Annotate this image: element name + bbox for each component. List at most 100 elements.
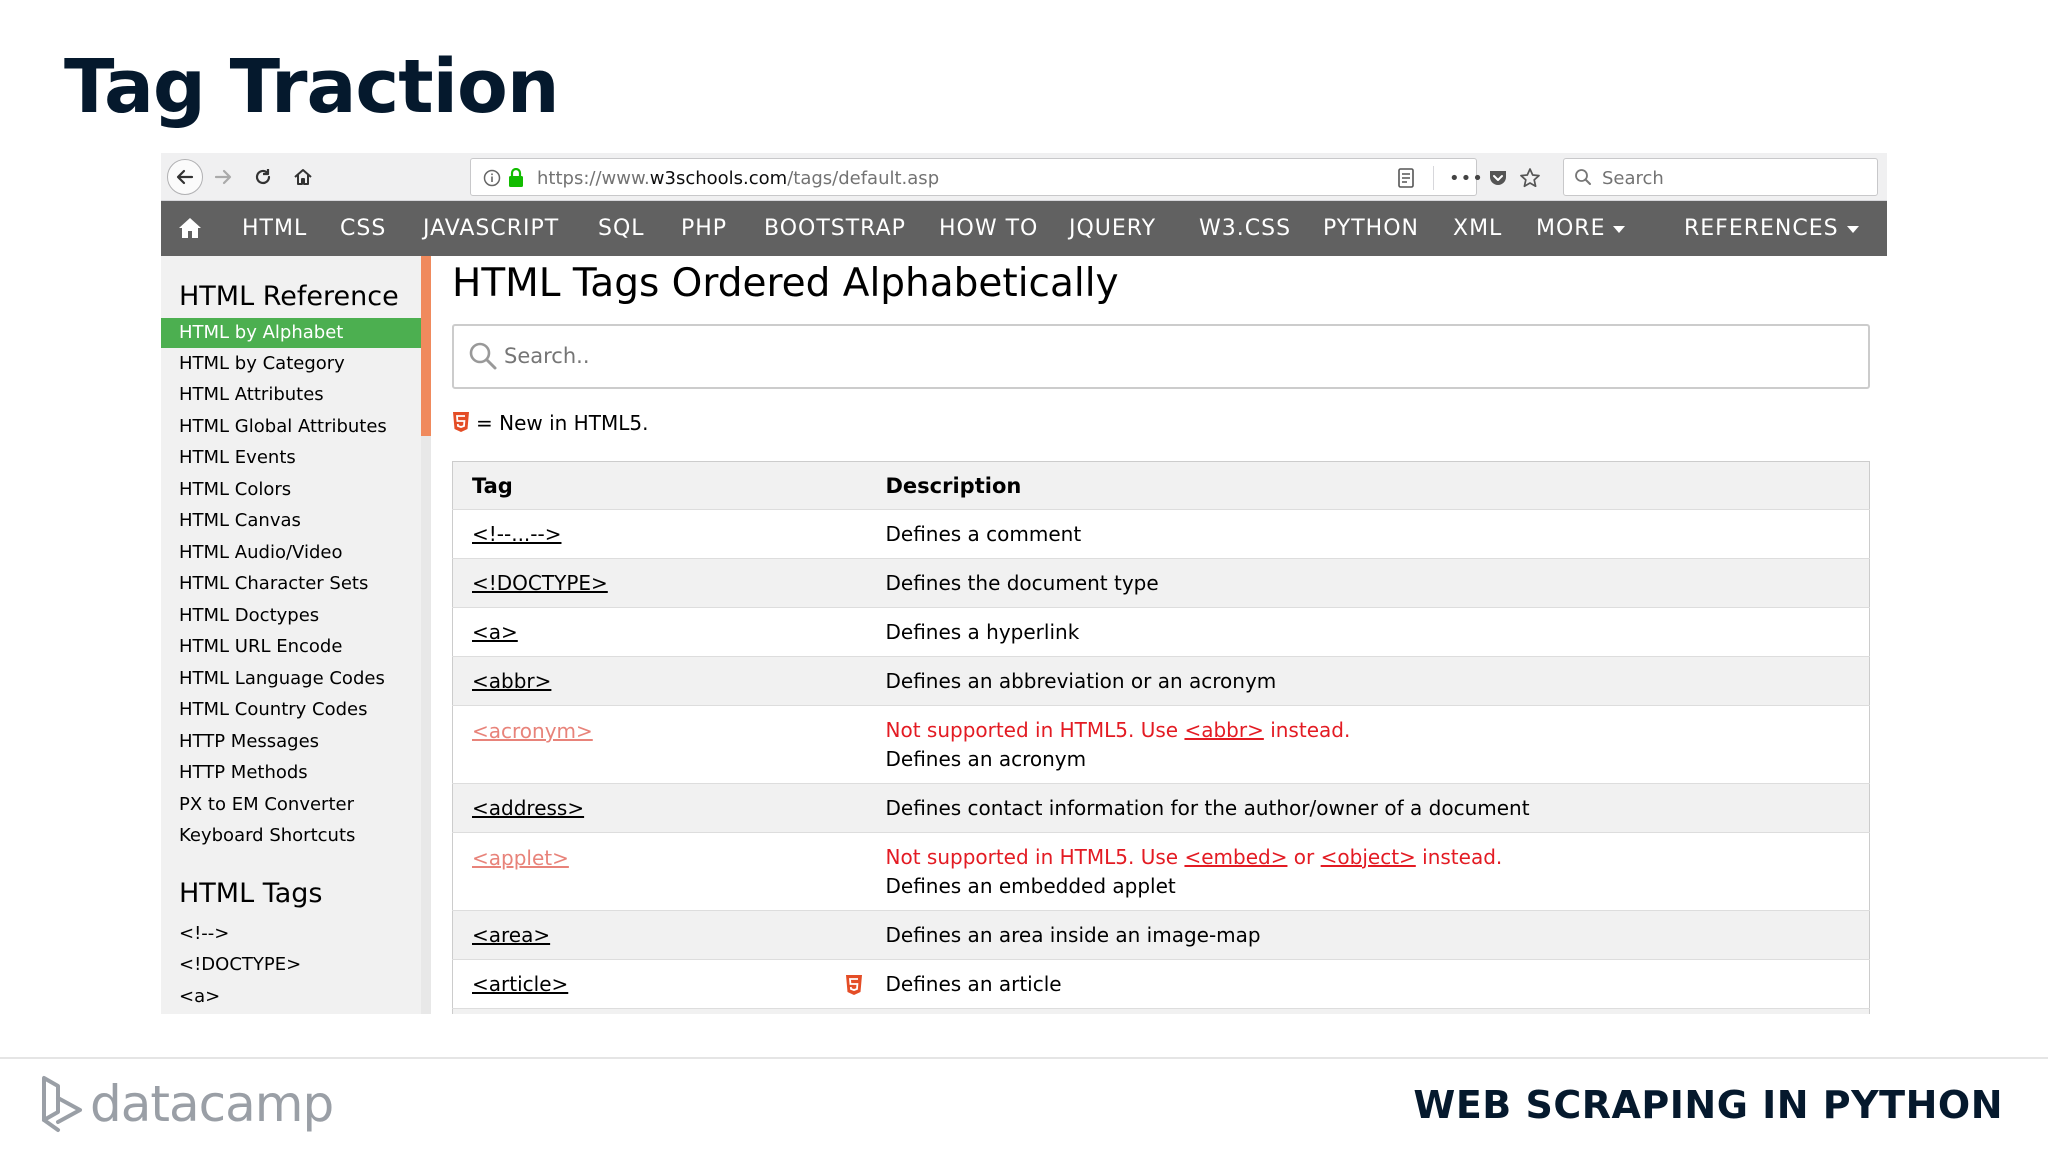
sidebar-item-html-url-encode[interactable]: HTML URL Encode (161, 632, 421, 662)
description-cell: Defines a hyperlink (866, 607, 1870, 657)
course-title: WEB SCRAPING IN PYTHON (1413, 1083, 2003, 1127)
tag-cell: <area> (452, 910, 867, 960)
page-title: HTML Tags Ordered Alphabetically (452, 261, 1119, 306)
html5-badge-icon (845, 975, 862, 995)
nav-item-jquery[interactable]: JQUERY (1069, 201, 1156, 256)
tag-link[interactable]: <!--...--> (472, 522, 561, 546)
tag-cell: <abbr> (452, 656, 867, 706)
sidebar-item-html-by-category[interactable]: HTML by Category (161, 349, 421, 379)
html5-legend: = New in HTML5. (452, 411, 648, 435)
back-button[interactable] (167, 159, 203, 195)
tag-cell: <acronym> (452, 705, 867, 784)
home-button[interactable] (287, 161, 319, 193)
nav-item-python[interactable]: PYTHON (1323, 201, 1419, 256)
tag-link-deprecated[interactable]: <applet> (472, 846, 569, 870)
sidebar-item-html-audio-video[interactable]: HTML Audio/Video (161, 538, 421, 568)
datacamp-logo-icon (42, 1076, 82, 1132)
description-cell: Defines contact information for the auth… (866, 783, 1870, 833)
sidebar-item-http-messages[interactable]: HTTP Messages (161, 727, 421, 757)
sidebar-item-keyboard-shortcuts[interactable]: Keyboard Shortcuts (161, 821, 421, 851)
sidebar-item-html-global-attributes[interactable]: HTML Global Attributes (161, 412, 421, 442)
sidebar-tag-comment[interactable]: <!--> (161, 919, 421, 949)
browser-toolbar: https://www.w3schools.com/tags/default.a… (161, 153, 1887, 201)
table-row: <a> Defines a hyperlink (452, 607, 1870, 657)
tag-link[interactable]: <article> (472, 972, 568, 996)
nav-item-w3css[interactable]: W3.CSS (1199, 201, 1291, 256)
column-header-tag: Tag (452, 461, 867, 510)
description-cell: Defines an area inside an image-map (866, 910, 1870, 960)
nav-item-php[interactable]: PHP (681, 201, 727, 256)
tag-search-input[interactable]: Search.. (452, 324, 1870, 389)
sidebar-scrollbar[interactable] (421, 256, 431, 1014)
table-row: <area> Defines an area inside an image-m… (452, 910, 1870, 960)
nav-item-bootstrap[interactable]: BOOTSTRAP (764, 201, 906, 256)
tag-link[interactable]: <!DOCTYPE> (472, 571, 608, 595)
nav-item-how-to[interactable]: HOW TO (939, 201, 1038, 256)
page-actions-menu-button[interactable]: ••• (1449, 168, 1484, 189)
tag-cell: <address> (452, 783, 867, 833)
description-text: Defines an embedded applet (885, 873, 1176, 898)
footer-divider (0, 1057, 2048, 1059)
search-icon (469, 342, 497, 370)
sidebar-scrollbar-thumb[interactable] (421, 256, 431, 436)
sidebar-item-html-character-sets[interactable]: HTML Character Sets (161, 569, 421, 599)
sidebar-tag-doctype[interactable]: <!DOCTYPE> (161, 950, 421, 980)
sidebar-item-html-colors[interactable]: HTML Colors (161, 475, 421, 505)
forward-button[interactable] (207, 161, 239, 193)
url-bar-separator (1433, 166, 1434, 190)
description-text: Defines an acronym (885, 746, 1087, 771)
reload-button[interactable] (247, 161, 279, 193)
nav-item-more-label: MORE (1536, 216, 1606, 241)
warning-link[interactable]: <abbr> (1184, 718, 1263, 742)
warning-text: instead. (1263, 717, 1351, 742)
table-row: <acronym> Not supported in HTML5. Use <a… (452, 705, 1870, 784)
sidebar-item-px-to-em-converter[interactable]: PX to EM Converter (161, 790, 421, 820)
sidebar-item-html-doctypes[interactable]: HTML Doctypes (161, 601, 421, 631)
sidebar-item-html-events[interactable]: HTML Events (161, 443, 421, 473)
nav-item-javascript[interactable]: JAVASCRIPT (423, 201, 559, 256)
tag-cell: <a> (452, 607, 867, 657)
arrow-right-icon (214, 169, 232, 185)
sidebar-item-html-country-codes[interactable]: HTML Country Codes (161, 695, 421, 725)
caret-down-icon (1613, 225, 1626, 233)
sidebar-item-html-by-alphabet[interactable]: HTML by Alphabet (161, 318, 421, 348)
sidebar-item-http-methods[interactable]: HTTP Methods (161, 758, 421, 788)
table-header-row: Tag Description (452, 461, 1870, 510)
description-cell: Not supported in HTML5. Use <embed> or <… (866, 832, 1870, 911)
tag-cell: <article> (452, 959, 867, 1009)
tag-link[interactable]: <address> (472, 796, 584, 820)
home-icon[interactable] (177, 215, 203, 241)
nav-item-xml[interactable]: XML (1453, 201, 1502, 256)
home-icon (294, 169, 312, 185)
url-bar[interactable]: https://www.w3schools.com/tags/default.a… (470, 158, 1540, 196)
html5-legend-text: = New in HTML5. (476, 411, 649, 435)
sidebar-item-html-attributes[interactable]: HTML Attributes (161, 380, 421, 410)
reload-icon (255, 169, 271, 185)
description-cell (866, 1008, 1870, 1014)
nav-item-css[interactable]: CSS (340, 201, 386, 256)
browser-search-placeholder: Search (1602, 168, 1664, 189)
nav-item-more[interactable]: MORE (1536, 201, 1626, 256)
url-text[interactable]: https://www.w3schools.com/tags/default.a… (537, 168, 939, 189)
browser-screenshot: https://www.w3schools.com/tags/default.a… (161, 153, 1887, 1014)
sidebar-item-html-language-codes[interactable]: HTML Language Codes (161, 664, 421, 694)
browser-search-bar[interactable]: Search (1563, 158, 1878, 196)
table-row: <!--...--> Defines a comment (452, 509, 1870, 559)
nav-item-references[interactable]: REFERENCES (1684, 201, 1859, 256)
tag-link[interactable]: <abbr> (472, 669, 551, 693)
tag-link[interactable]: <area> (472, 923, 550, 947)
nav-item-sql[interactable]: SQL (598, 201, 645, 256)
sidebar-item-html-canvas[interactable]: HTML Canvas (161, 506, 421, 536)
sidebar: HTML Reference HTML by Alphabet HTML by … (161, 256, 421, 1014)
datacamp-logo: datacamp (40, 1074, 334, 1134)
warning-link[interactable]: <object> (1321, 845, 1416, 869)
sidebar-tag-a[interactable]: <a> (161, 982, 421, 1012)
tag-link-deprecated[interactable]: <acronym> (472, 719, 593, 743)
sidebar-heading-tags: HTML Tags (179, 878, 323, 909)
slide-title: Tag Traction (64, 44, 560, 130)
column-header-description: Description (866, 461, 1870, 510)
tag-link[interactable]: <a> (472, 620, 518, 644)
warning-link[interactable]: <embed> (1184, 845, 1287, 869)
nav-item-html[interactable]: HTML (242, 201, 307, 256)
tag-cell: <!--...--> (452, 509, 867, 559)
